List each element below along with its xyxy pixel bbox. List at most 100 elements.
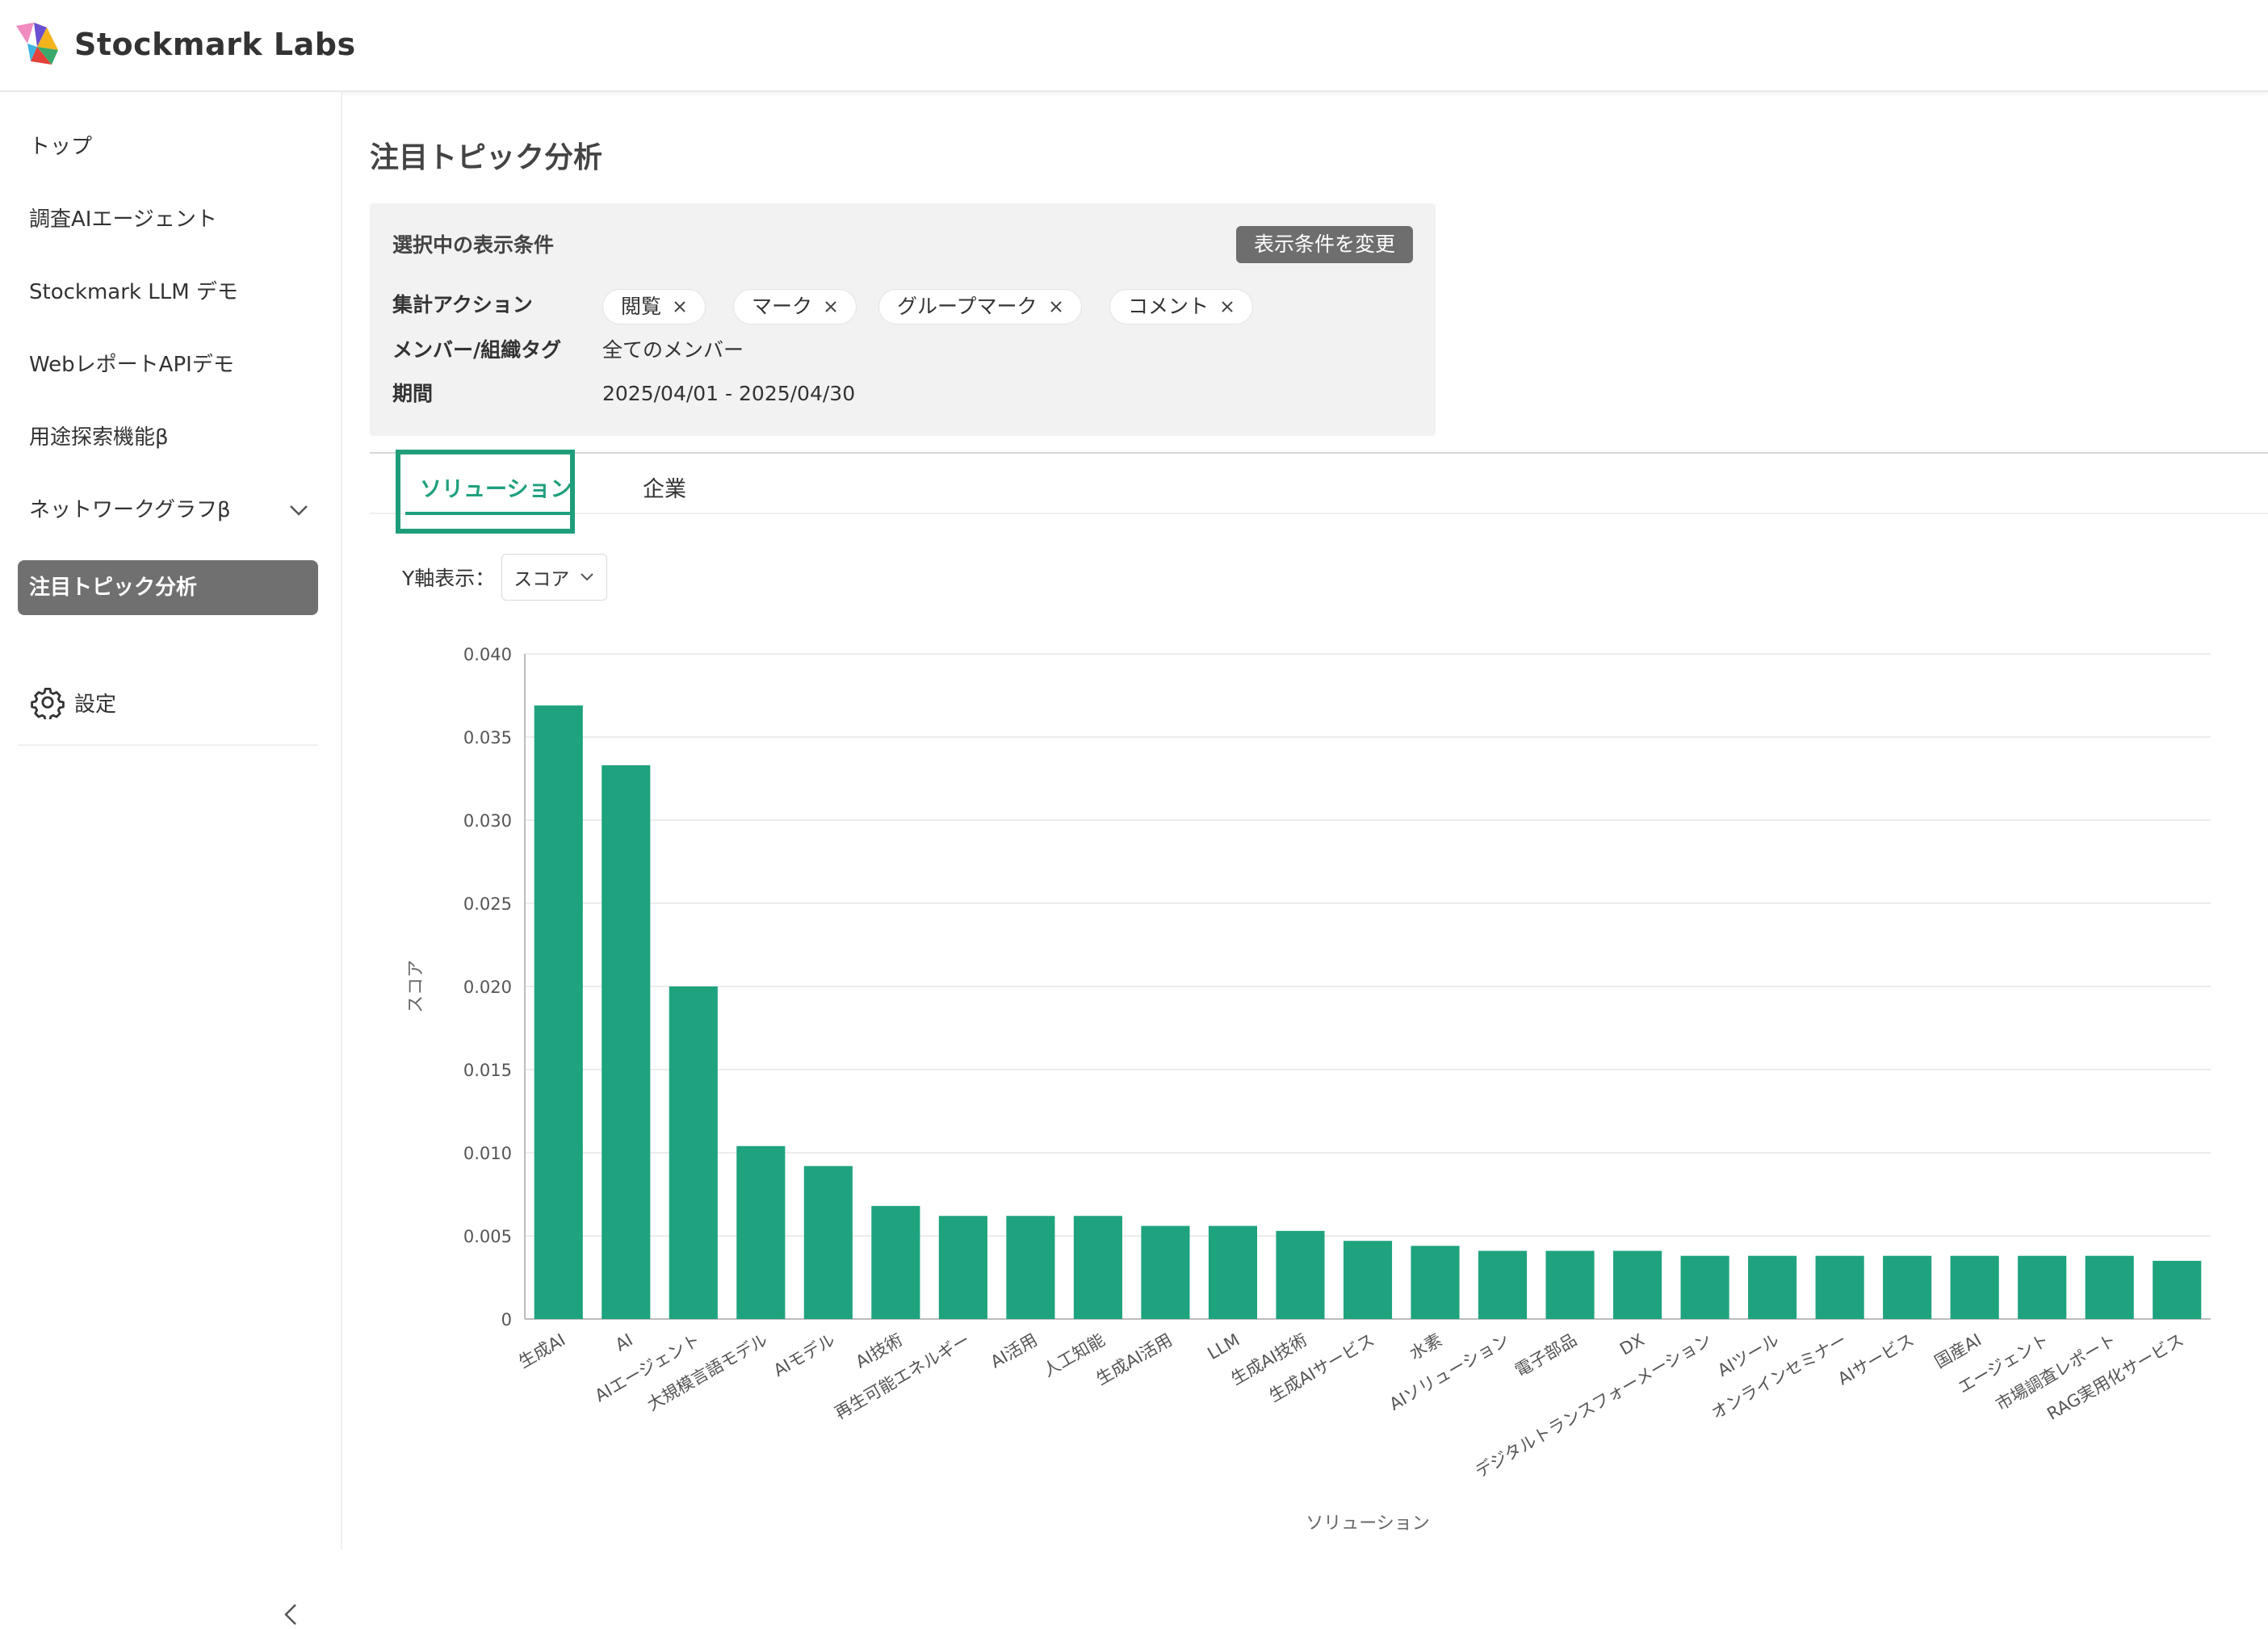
- bar: [803, 1166, 853, 1319]
- sidebar-item-label: ネットワークグラフβ: [29, 498, 231, 522]
- y-tick-label: 0.030: [463, 811, 512, 831]
- bar: [2018, 1255, 2067, 1319]
- member-value: 全てのメンバー: [602, 338, 744, 362]
- y-tick-label: 0: [501, 1310, 512, 1330]
- bar: [534, 705, 583, 1319]
- x-tick-label: LLM: [1204, 1330, 1243, 1364]
- bar: [1343, 1241, 1393, 1319]
- y-tick-label: 0.015: [463, 1061, 512, 1080]
- gear-icon: [31, 687, 65, 719]
- close-icon[interactable]: [824, 299, 838, 314]
- tab-highlight-frame: [396, 450, 575, 534]
- chevron-left-icon[interactable]: [279, 1600, 304, 1629]
- bar: [938, 1216, 987, 1319]
- sidebar: トップ 調査AIエージェント Stockmark LLM デモ WebレポートA…: [0, 92, 342, 1625]
- x-tick-label: AI技術: [853, 1330, 906, 1372]
- stockmark-logo-icon: [16, 23, 58, 65]
- chip-label: コメント: [1128, 295, 1209, 318]
- bar: [1478, 1250, 1528, 1319]
- yaxis-select[interactable]: スコア: [501, 554, 608, 601]
- x-tick-label: 大規模言語モデル: [644, 1330, 770, 1415]
- sidebar-item-research-agent[interactable]: 調査AIエージェント: [18, 192, 318, 247]
- x-tick-label: AIサービス: [1834, 1330, 1918, 1389]
- y-tick-label: 0.035: [463, 728, 512, 747]
- y-tick-label: 0.010: [463, 1144, 512, 1163]
- filter-heading: 選択中の表示条件: [392, 233, 555, 257]
- bar-chart: 0 0.005 0.010 0.015 0.020 0.025 0.030 0.035 0.04…: [406, 645, 2211, 1534]
- close-icon[interactable]: [1220, 299, 1235, 314]
- bar: [1141, 1225, 1190, 1319]
- y-tick-label: 0.040: [463, 645, 512, 664]
- close-icon[interactable]: [673, 299, 687, 314]
- bar: [1680, 1255, 1729, 1319]
- chip-label: 閲覧: [621, 295, 662, 318]
- bar: [1748, 1255, 1797, 1319]
- period-value: 2025/04/01 - 2025/04/30: [602, 382, 856, 405]
- x-tick-label: 電子部品: [1511, 1330, 1580, 1381]
- chip-label: マーク: [752, 295, 813, 318]
- x-tick-label: 国産AI: [1931, 1330, 1985, 1372]
- sidebar-item-use-exploration[interactable]: 用途探索機能β: [18, 410, 318, 465]
- bar: [2153, 1260, 2202, 1319]
- page-title: 注目トピック分析: [370, 141, 603, 174]
- app-name: Stockmark Labs: [74, 27, 356, 62]
- x-tick-label: AIモデル: [770, 1330, 838, 1381]
- y-tick-label: 0.025: [463, 894, 512, 914]
- chip-view: 閲覧: [602, 289, 706, 325]
- y-tick-label: 0.005: [463, 1227, 512, 1246]
- chip-group-mark: グループマーク: [878, 289, 1082, 325]
- bar: [1208, 1225, 1258, 1319]
- sidebar-item-top[interactable]: トップ: [18, 119, 318, 174]
- chevron-down-icon[interactable]: [287, 500, 310, 520]
- yaxis-control: Y軸表示： スコア: [402, 554, 608, 601]
- sidebar-divider: [18, 744, 318, 746]
- x-tick-label: 水素: [1406, 1330, 1445, 1364]
- bar: [1073, 1216, 1122, 1319]
- bar: [1276, 1230, 1325, 1319]
- sidebar-item-web-report-api[interactable]: WebレポートAPIデモ: [18, 337, 318, 392]
- chip-mark: マーク: [733, 289, 857, 325]
- settings-link[interactable]: 設定: [31, 678, 116, 727]
- x-tick-label: AIソリューション: [1386, 1330, 1513, 1414]
- action-label: 集計アクション: [392, 293, 533, 316]
- x-tick-label: デジタルトランスフォーメーション: [1472, 1330, 1715, 1482]
- chip-comment: コメント: [1109, 289, 1254, 325]
- y-axis-title: スコア: [406, 960, 426, 1013]
- bar: [1006, 1216, 1055, 1319]
- chip-label: グループマーク: [897, 295, 1038, 318]
- member-label: メンバー/組織タグ: [392, 338, 562, 362]
- app-header: Stockmark Labs: [0, 0, 2268, 92]
- bar: [1545, 1250, 1595, 1319]
- bar: [1883, 1255, 1932, 1319]
- x-tick-label: AI活用: [987, 1330, 1041, 1372]
- period-label: 期間: [392, 382, 434, 405]
- bar: [1411, 1246, 1460, 1319]
- bar: [871, 1205, 920, 1319]
- chevron-down-icon: [581, 573, 593, 581]
- bar: [1950, 1255, 1999, 1319]
- filter-panel: 選択中の表示条件 表示条件を変更 集計アクション 閲覧 マーク グループマーク …: [370, 203, 1436, 436]
- bar: [1613, 1250, 1662, 1319]
- yaxis-selected-value: スコア: [514, 569, 570, 590]
- sidebar-item-topic-analysis[interactable]: 注目トピック分析: [18, 560, 318, 615]
- bar: [736, 1145, 786, 1319]
- sidebar-item-network-graph[interactable]: ネットワークグラフβ: [18, 483, 318, 538]
- section-divider: [370, 452, 2268, 454]
- x-tick-label: DX: [1616, 1330, 1647, 1359]
- sidebar-item-llm-demo[interactable]: Stockmark LLM デモ: [18, 265, 318, 320]
- change-conditions-button[interactable]: 表示条件を変更: [1235, 226, 1413, 263]
- bar: [669, 986, 718, 1319]
- x-tick-label: 生成AI活用: [1092, 1330, 1176, 1389]
- tabs-baseline: [370, 513, 2268, 514]
- x-tick-label: 生成AI: [515, 1330, 568, 1372]
- bar: [2085, 1255, 2134, 1319]
- x-tick-label: AI: [612, 1330, 636, 1355]
- bar: [602, 765, 651, 1319]
- tab-company[interactable]: 企業: [643, 470, 686, 510]
- yaxis-label: Y軸表示：: [402, 567, 496, 590]
- bar: [1815, 1255, 1864, 1319]
- y-tick-label: 0.020: [463, 978, 512, 997]
- close-icon[interactable]: [1049, 299, 1063, 314]
- x-axis-title: ソリューション: [1306, 1514, 1430, 1534]
- settings-label: 設定: [74, 692, 117, 717]
